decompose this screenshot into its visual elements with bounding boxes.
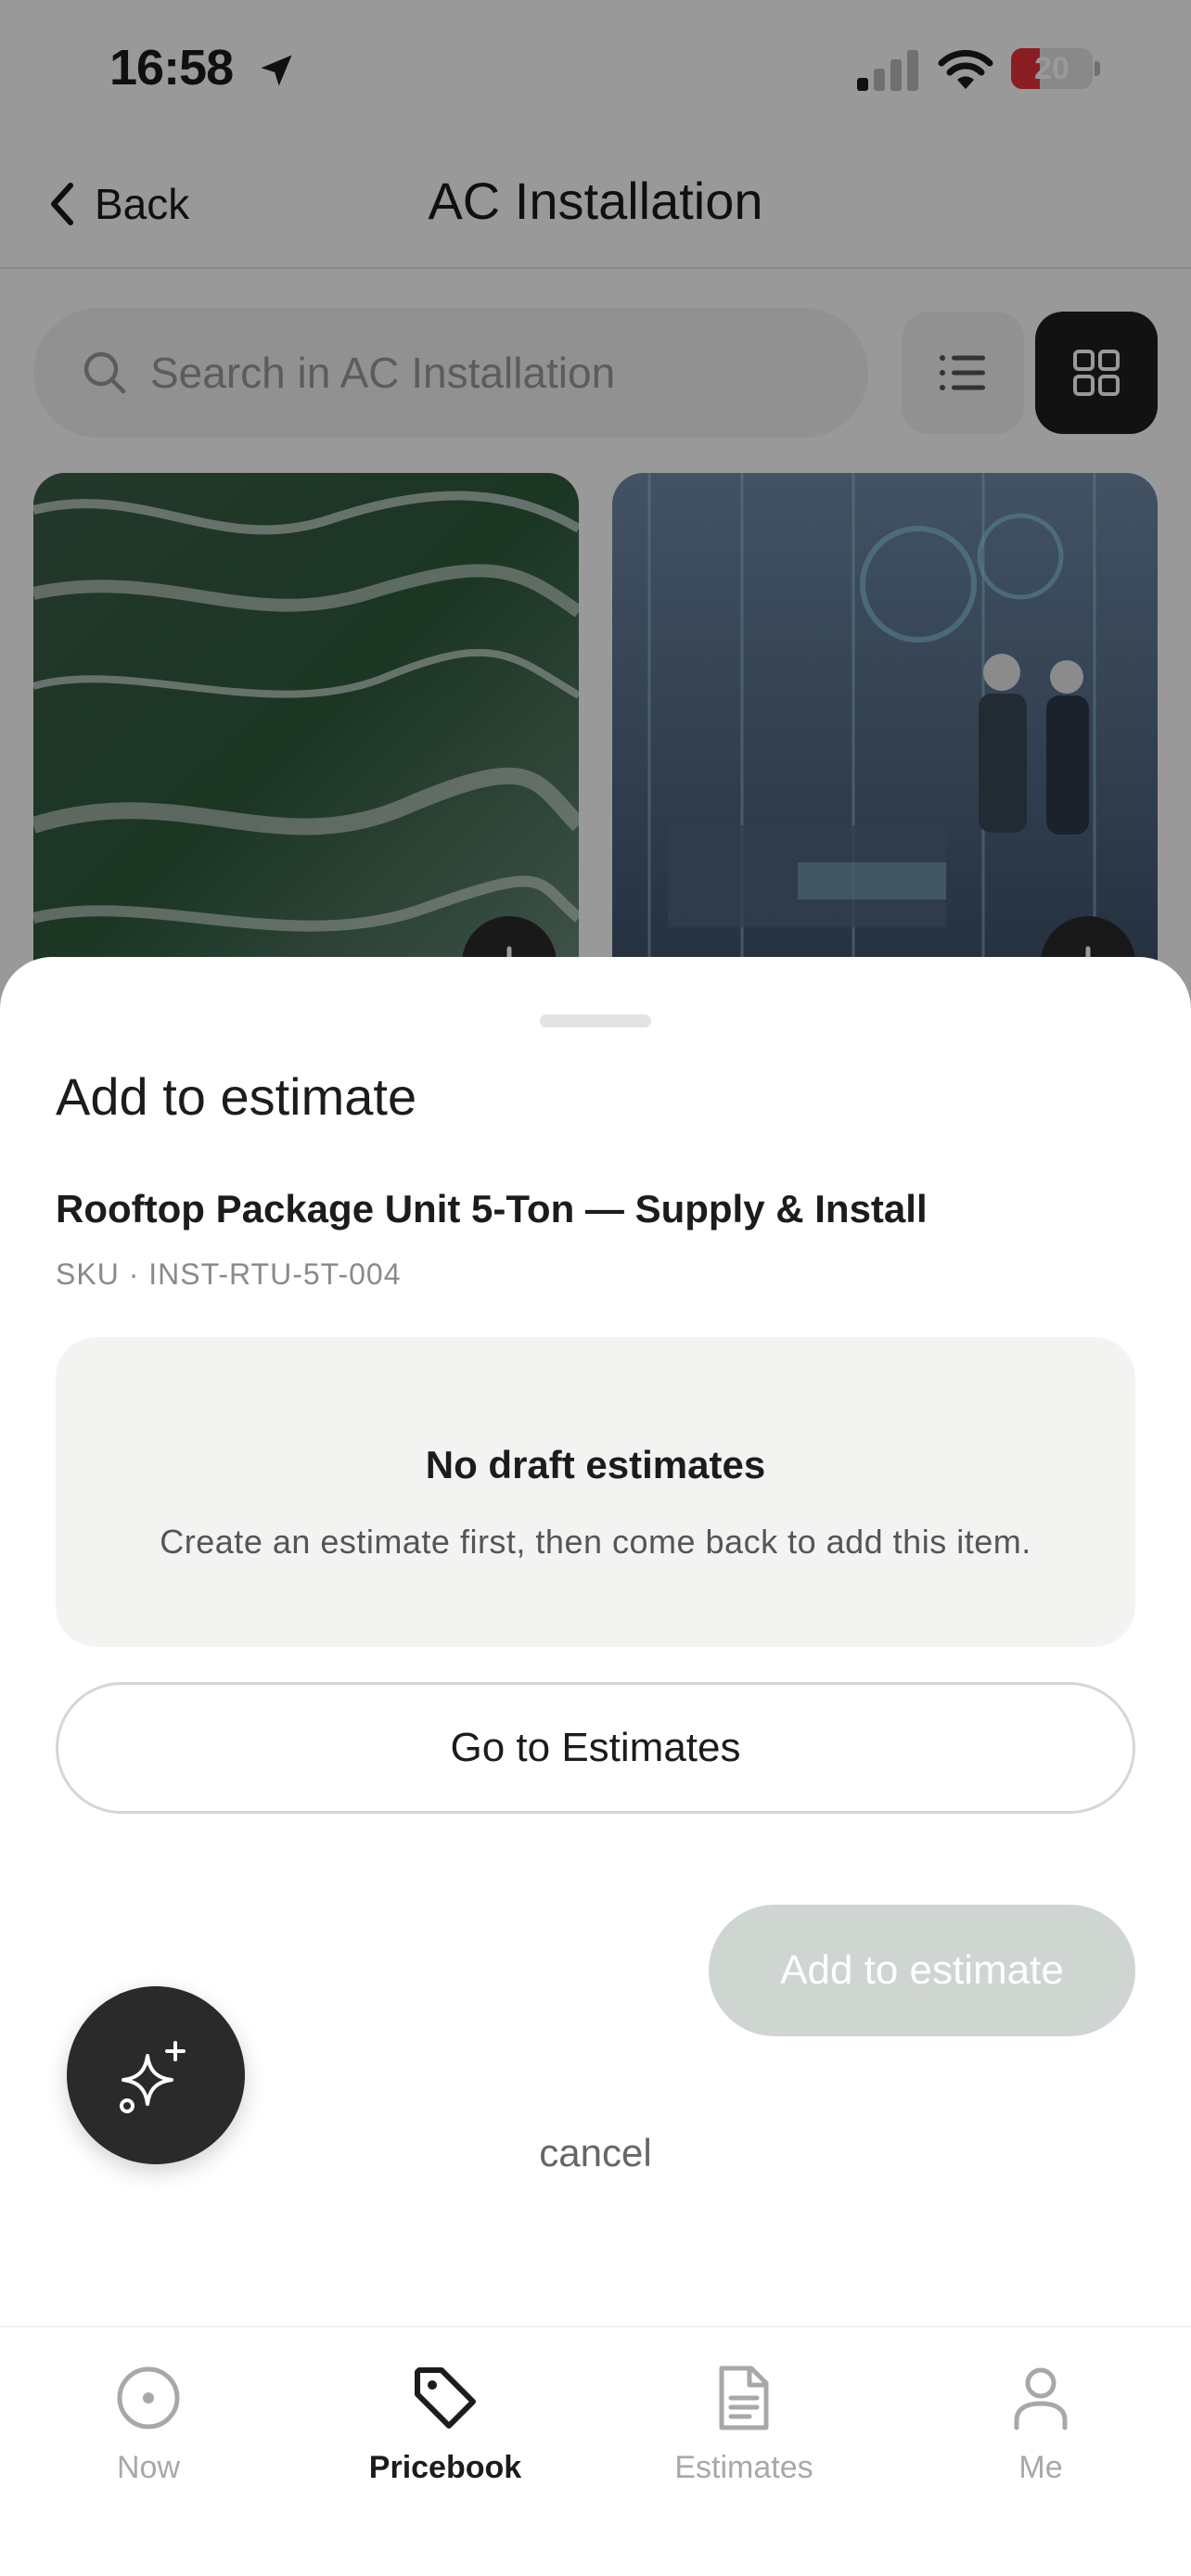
tab-label: Me — [1018, 2450, 1063, 2485]
cancel-button[interactable]: cancel — [0, 2131, 1191, 2175]
sparkles-icon — [120, 2041, 186, 2113]
circle-dot-icon — [117, 2366, 180, 2429]
empty-state-card: No draft estimates Create an estimate fi… — [56, 1337, 1135, 1647]
item-sku: SKU · INST-RTU-5T-004 — [56, 1257, 402, 1291]
empty-state-title: No draft estimates — [425, 1443, 766, 1486]
go-to-estimates-button[interactable]: Go to Estimates — [56, 1682, 1135, 1814]
tab-label: Estimates — [674, 2450, 813, 2485]
add-to-estimate-sheet: Add to estimate Rooftop Package Unit 5-T… — [0, 957, 1191, 2326]
sheet-title: Add to estimate — [56, 1067, 417, 1126]
sheet-drag-handle[interactable] — [540, 1014, 651, 1027]
modal-backdrop[interactable] — [0, 0, 1191, 1020]
tab-bar: Now Pricebook Estimates Me — [0, 2326, 1191, 2576]
person-icon — [1014, 2367, 1068, 2430]
tab-label: Pricebook — [368, 2450, 522, 2485]
add-to-estimate-button[interactable]: Add to estimate — [709, 1905, 1135, 2036]
tag-icon — [415, 2367, 476, 2429]
tab-now[interactable]: Now — [37, 2361, 260, 2486]
tab-label: Now — [116, 2450, 181, 2485]
tab-me[interactable]: Me — [929, 2361, 1152, 2486]
empty-state-description: Create an estimate first, then come back… — [160, 1523, 1031, 1561]
document-icon — [719, 2366, 769, 2430]
item-name: Rooftop Package Unit 5-Ton — Supply & In… — [56, 1187, 928, 1231]
tab-pricebook[interactable]: Pricebook — [334, 2361, 557, 2486]
tab-estimates[interactable]: Estimates — [633, 2361, 855, 2486]
